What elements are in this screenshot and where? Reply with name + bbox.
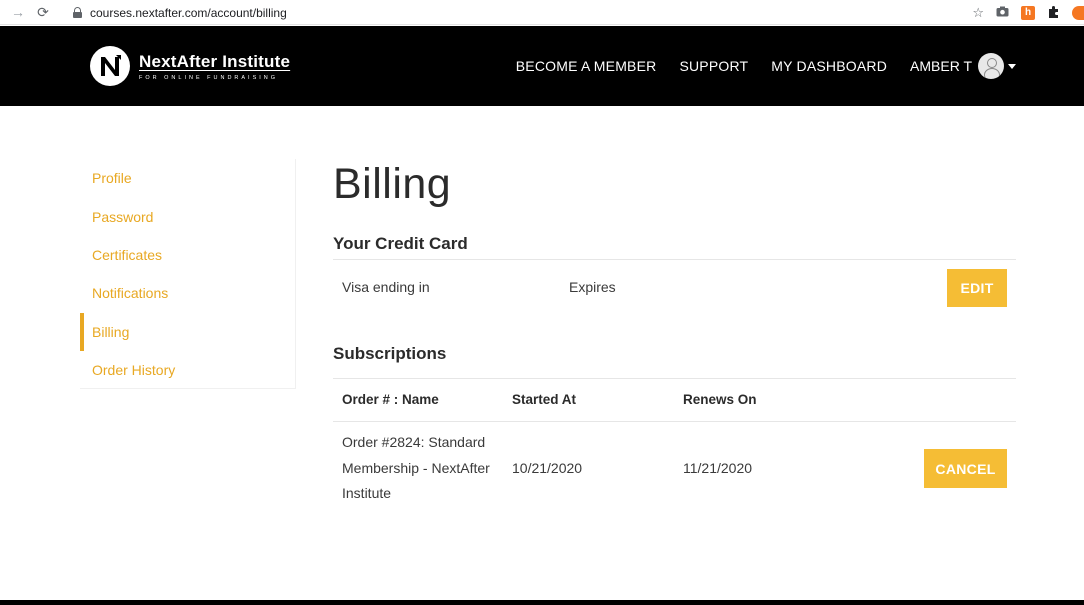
sidebar-item-notifications[interactable]: Notifications [80, 274, 295, 312]
table-row: Order #2824: Standard Membership - NextA… [333, 422, 1016, 516]
reload-icon[interactable]: ⟳ [32, 4, 54, 21]
brand-title: NextAfter Institute [139, 51, 291, 71]
subscriptions-heading: Subscriptions [333, 344, 447, 363]
browser-toolbar: → ⟳ courses.nextafter.com/account/billin… [0, 0, 1084, 25]
column-header-started-at: Started At [512, 392, 577, 407]
column-header-order-name: Order # : Name [342, 392, 439, 407]
sidebar-item-certificates[interactable]: Certificates [80, 236, 295, 274]
address-bar[interactable]: courses.nextafter.com/account/billing [60, 0, 960, 25]
footer-bar [0, 600, 1084, 605]
brand-logo[interactable]: NextAfter Institute FOR ONLINE FUNDRAISI… [90, 46, 290, 86]
column-header-renews-on: Renews On [683, 392, 757, 407]
sidebar-item-profile[interactable]: Profile [80, 159, 295, 197]
back-arrow-icon[interactable]: → [7, 4, 29, 20]
page-title: Billing [333, 160, 452, 208]
nav-my-dashboard[interactable]: MY DASHBOARD [771, 58, 887, 74]
logo-mark-icon [90, 46, 130, 86]
card-description: Visa ending in [342, 279, 430, 295]
user-menu[interactable]: AMBER T [910, 53, 1016, 79]
started-at-cell: 10/21/2020 [512, 460, 583, 476]
edit-card-button[interactable]: EDIT [947, 269, 1007, 307]
sidebar-item-order-history[interactable]: Order History [80, 351, 295, 389]
renews-on-cell: 11/21/2020 [683, 460, 753, 476]
caret-down-icon [1008, 63, 1016, 69]
extensions-puzzle-icon[interactable] [1047, 5, 1060, 21]
subscriptions-table-header: Order # : Name Started At Renews On [333, 379, 1016, 421]
brand-subtitle: FOR ONLINE FUNDRAISING [139, 74, 279, 81]
browser-actions: ☆ h [960, 0, 1084, 25]
camera-extension-icon[interactable] [996, 5, 1009, 20]
sidebar-item-password[interactable]: Password [80, 197, 295, 235]
credit-card-heading: Your Credit Card [333, 234, 468, 253]
order-name-cell: Order #2824: Standard Membership - NextA… [342, 434, 490, 502]
avatar [978, 53, 1004, 79]
top-navigation: BECOME A MEMBER SUPPORT MY DASHBOARD AMB… [493, 26, 1016, 106]
card-expires: Expires [569, 279, 616, 295]
cancel-subscription-button[interactable]: CANCEL [924, 449, 1007, 488]
site-header: NextAfter Institute FOR ONLINE FUNDRAISI… [0, 26, 1084, 106]
hubspot-extension-icon[interactable]: h [1021, 5, 1035, 20]
url-text[interactable]: courses.nextafter.com/account/billing [90, 6, 287, 20]
bookmark-star-icon[interactable]: ☆ [972, 5, 984, 21]
billing-content: Billing Your Credit Card Visa ending in … [333, 160, 1016, 516]
lock-icon [73, 7, 82, 18]
nav-become-member[interactable]: BECOME A MEMBER [516, 58, 657, 74]
user-name: AMBER T [910, 58, 972, 74]
profile-extension-icon[interactable] [1072, 5, 1084, 20]
credit-card-row: Visa ending in Expires EDIT [333, 260, 1016, 316]
account-sidebar: Profile Password Certificates Notificati… [80, 159, 296, 389]
nav-support[interactable]: SUPPORT [679, 58, 748, 74]
sidebar-item-billing[interactable]: Billing [80, 312, 295, 352]
